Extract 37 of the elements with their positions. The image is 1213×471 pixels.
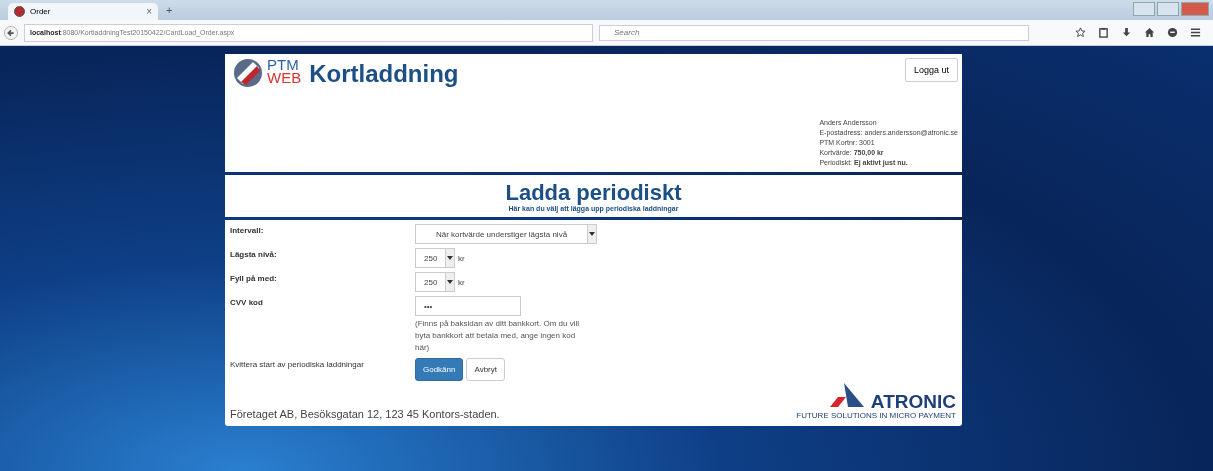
dropdown[interactable]: 250 [415,272,455,292]
caret-icon [447,280,454,284]
field-label: CVV kod [230,297,263,307]
unit-label: kr [458,253,465,263]
brand-name: ATRONIC [870,393,956,411]
logo-text: PTM [267,58,300,71]
menu-icon[interactable] [1190,27,1201,38]
browser-tab[interactable]: Order × [8,3,158,20]
page-heading: Ladda periodiskt [505,180,682,205]
brand-tagline: FUTURE SOLUTIONS IN MICRO PAYMENT [796,411,956,420]
new-tab-button[interactable]: + [166,4,173,16]
approve-button[interactable]: Godkänn [415,358,464,381]
field-label: Intervall: [230,225,264,235]
search-field[interactable]: Search [599,24,1029,41]
confirm-label: Kvittera start av periodiska laddningar [230,359,364,369]
app-title: Kortladdning [309,60,459,88]
caret-icon [589,232,595,236]
field-label: Lägsta nivå: [230,249,277,259]
dropdown[interactable]: När kortvärde understiger lägsta nivå [415,224,597,244]
logo-ball-icon [233,58,263,88]
dropdown[interactable]: 250 [415,248,455,268]
download-icon[interactable] [1121,27,1132,38]
input-field[interactable]: ••• [415,296,521,316]
logo-text: WEB [267,71,302,84]
clipboard-icon[interactable] [1098,27,1109,38]
address-text: Företaget AB, Besöksgatan 12, 123 45 Kontors-staden. [230,408,500,420]
unit-label: kr [458,277,465,287]
cancel-button[interactable]: Avbryt [466,358,505,381]
hint-text: (Finns på baksidan av ditt bankkort. Om du vill byta bankkort att betala med, ange ingen kod här) [415,318,580,354]
star-icon[interactable] [1075,27,1086,38]
caret-icon [447,256,454,260]
field-label: Fyll på med: [230,273,277,283]
home-icon[interactable] [1144,27,1155,38]
back-icon[interactable] [4,25,18,40]
close-tab-button[interactable]: × [146,6,152,17]
logout-button[interactable]: Logga ut [904,58,958,82]
tab-title: Order [30,7,52,16]
